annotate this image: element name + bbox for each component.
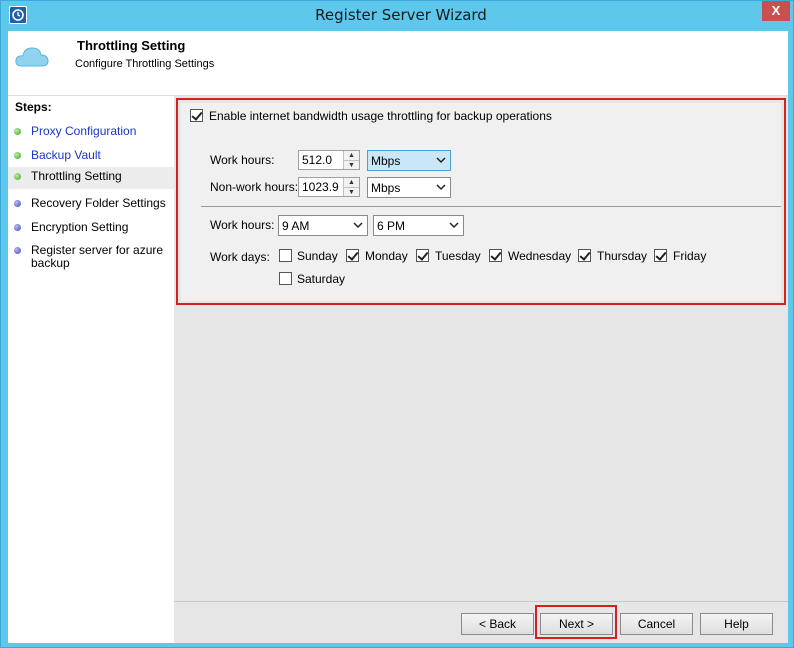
nonwork-hours-bandwidth-value: 1023.9 <box>302 180 339 194</box>
step-pending-icon <box>14 200 21 207</box>
thursday-label: Thursday <box>597 249 648 263</box>
throttling-settings-panel: Enable internet bandwidth usage throttli… <box>181 103 781 301</box>
monday-checkbox[interactable] <box>346 249 359 262</box>
window-title: Register Server Wizard <box>315 6 487 24</box>
sunday-checkbox[interactable] <box>279 249 292 262</box>
spin-down-icon[interactable]: ▼ <box>344 160 359 169</box>
sidebar-item-label: Recovery Folder Settings <box>31 196 166 210</box>
page-subtitle: Configure Throttling Settings <box>75 58 215 70</box>
step-pending-icon <box>14 247 21 254</box>
nonwork-hours-bandwidth-spinner[interactable]: 1023.9 ▲ ▼ <box>298 177 360 197</box>
sidebar-item-label: Proxy Configuration <box>31 124 137 138</box>
steps-heading: Steps: <box>15 100 52 114</box>
friday-checkbox[interactable] <box>654 249 667 262</box>
step-complete-icon <box>14 173 21 180</box>
work-hours-bandwidth-label: Work hours: <box>210 153 275 167</box>
title-bar[interactable]: Register Server Wizard X <box>1 1 794 31</box>
sunday-label: Sunday <box>297 249 338 263</box>
close-button[interactable]: X <box>762 1 790 21</box>
tuesday-label: Tuesday <box>435 249 481 263</box>
work-hours-unit-value: Mbps <box>371 154 401 168</box>
nonwork-hours-unit-select[interactable]: Mbps <box>367 177 451 198</box>
work-hours-unit-select[interactable]: Mbps <box>367 150 451 171</box>
saturday-label: Saturday <box>297 272 346 286</box>
saturday-checkbox[interactable] <box>279 272 292 285</box>
chevron-down-icon <box>436 184 446 191</box>
wizard-header: Throttling Setting Configure Throttling … <box>8 31 788 95</box>
next-button[interactable]: Next > <box>540 613 613 635</box>
spin-up-icon[interactable]: ▲ <box>344 151 359 160</box>
work-hours-bandwidth-spinner[interactable]: 512.0 ▲ ▼ <box>298 150 360 170</box>
cancel-button[interactable]: Cancel <box>620 613 693 635</box>
sidebar-item-recovery-folder-settings[interactable]: Recovery Folder Settings <box>8 194 174 216</box>
end-time-value: 6 PM <box>377 219 406 233</box>
step-complete-icon <box>14 128 21 135</box>
wednesday-checkbox[interactable] <box>489 249 502 262</box>
cloud-icon <box>15 47 49 67</box>
end-time-select[interactable]: 6 PM <box>373 215 464 236</box>
wizard-window: Register Server Wizard X Throttling Sett… <box>0 0 794 648</box>
nonwork-hours-bandwidth-label: Non-work hours: <box>210 180 299 194</box>
chevron-down-icon <box>436 157 446 164</box>
start-time-value: 9 AM <box>282 219 310 233</box>
enable-throttling-checkbox[interactable] <box>190 109 203 122</box>
sidebar-item-label: Throttling Setting <box>31 169 122 183</box>
monday-label: Monday <box>365 249 408 263</box>
steps-sidebar: Steps: Proxy Configuration Backup Vault … <box>8 95 174 643</box>
content-panel: Enable internet bandwidth usage throttli… <box>174 95 788 643</box>
wednesday-label: Wednesday <box>508 249 572 263</box>
sidebar-item-label: Backup Vault <box>31 148 101 162</box>
sidebar-item-throttling-setting[interactable]: Throttling Setting <box>8 167 174 189</box>
work-days-label: Work days: <box>210 250 270 264</box>
back-button[interactable]: < Back <box>461 613 534 635</box>
sidebar-item-label: Register server for azure backup <box>31 243 164 270</box>
footer-divider <box>174 601 788 602</box>
thursday-checkbox[interactable] <box>578 249 591 262</box>
step-pending-icon <box>14 224 21 231</box>
tuesday-checkbox[interactable] <box>416 249 429 262</box>
nonwork-hours-unit-value: Mbps <box>371 181 401 195</box>
sidebar-item-proxy-configuration[interactable]: Proxy Configuration <box>8 122 174 144</box>
spin-up-icon[interactable]: ▲ <box>344 178 359 187</box>
enable-throttling-label: Enable internet bandwidth usage throttli… <box>209 109 552 123</box>
chevron-down-icon <box>353 222 363 229</box>
start-time-select[interactable]: 9 AM <box>278 215 368 236</box>
sidebar-item-encryption-setting[interactable]: Encryption Setting <box>8 218 174 240</box>
help-button[interactable]: Help <box>700 613 773 635</box>
friday-label: Friday <box>673 249 707 263</box>
work-hours-schedule-label: Work hours: <box>210 218 275 232</box>
section-divider <box>201 206 781 207</box>
sidebar-item-label: Encryption Setting <box>31 220 129 234</box>
sidebar-item-backup-vault[interactable]: Backup Vault <box>8 146 174 168</box>
work-hours-bandwidth-value: 512.0 <box>302 153 333 167</box>
sidebar-item-register-server[interactable]: Register server for azure backup <box>8 241 174 271</box>
page-title: Throttling Setting <box>77 38 186 53</box>
spin-down-icon[interactable]: ▼ <box>344 187 359 196</box>
chevron-down-icon <box>449 222 459 229</box>
step-complete-icon <box>14 152 21 159</box>
